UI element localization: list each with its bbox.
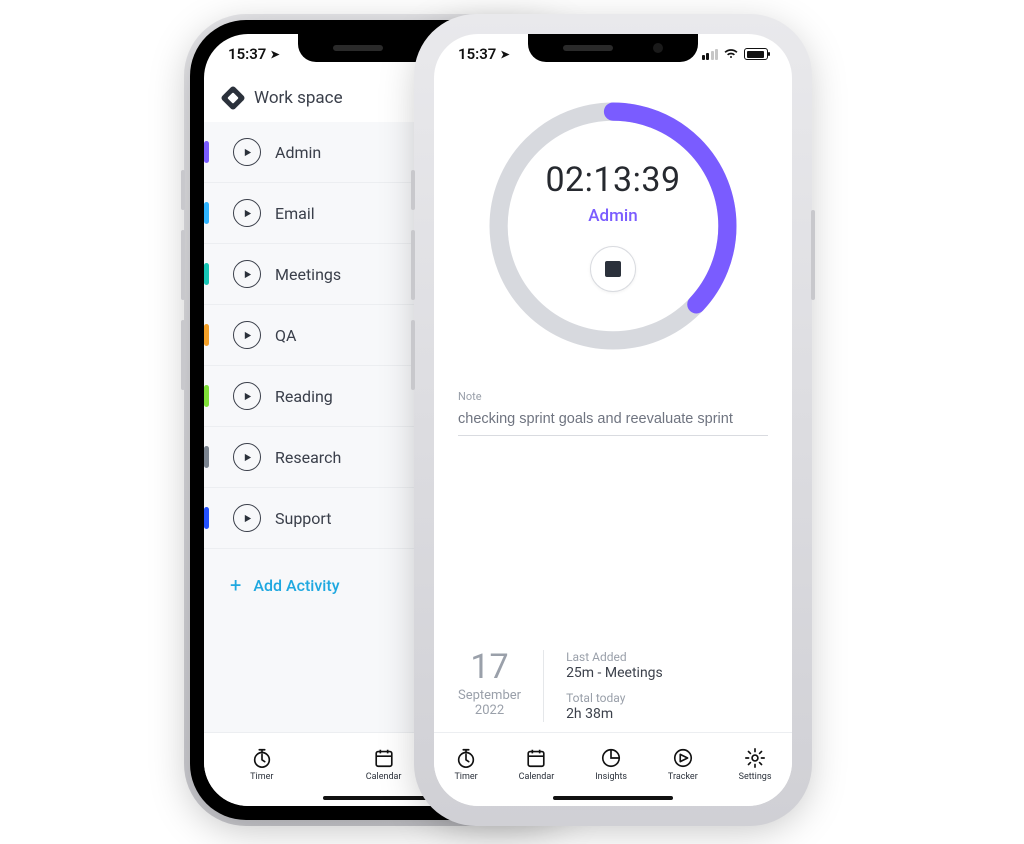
home-indicator[interactable] [553,796,673,800]
summary-date: 17 September 2022 [458,650,544,722]
location-icon: ➤ [270,48,279,61]
play-button[interactable] [233,260,261,288]
tab-timer[interactable]: Timer [454,747,477,782]
note-field[interactable]: Note [458,390,768,436]
note-label: Note [458,390,768,403]
play-button[interactable] [233,382,261,410]
battery-icon [744,48,768,60]
total-today-label: Total today [566,691,663,705]
last-added-value: 25m - Meetings [566,665,663,681]
pie-icon [600,747,622,769]
tab-insights[interactable]: Insights [595,747,627,782]
stopwatch-icon [455,747,477,769]
activity-color [204,141,209,163]
tab-timer[interactable]: Timer [250,747,273,782]
note-input[interactable] [458,407,768,436]
tab-calendar[interactable]: Calendar [366,747,402,782]
tab-calendar[interactable]: Calendar [519,747,555,782]
day-summary: 17 September 2022 Last Added 25m - Meeti… [458,632,768,732]
location-icon: ➤ [500,48,509,61]
activity-color [204,446,209,468]
activity-label: Research [275,448,341,467]
activity-color [204,202,209,224]
activity-label: Meetings [275,265,341,284]
activity-label: Support [275,509,331,528]
play-button[interactable] [233,138,261,166]
add-activity-label: Add Activity [253,576,339,595]
activity-color [204,507,209,529]
calendar-icon [373,747,395,769]
gear-icon [744,747,766,769]
play-button[interactable] [233,199,261,227]
tab-settings[interactable]: Settings [739,747,772,782]
phone-timer: 15:37 ➤ 02:13:39 Admin [420,20,806,820]
tracker-icon [672,747,694,769]
stopwatch-icon [251,747,273,769]
activity-label: Email [275,204,315,223]
tab-tracker[interactable]: Tracker [668,747,698,782]
play-button[interactable] [233,504,261,532]
progress-ring [483,96,743,356]
activity-label: Reading [275,387,333,406]
signal-icon [702,49,719,60]
wifi-icon [723,45,739,63]
tab-bar: Timer Calendar Insights Tracker Settings [434,732,792,806]
status-time: 15:37 [458,45,496,63]
activity-color [204,385,209,407]
activity-color [204,324,209,346]
timer-dial: 02:13:39 Admin [483,96,743,356]
workspace-label: Work space [254,88,343,108]
activity-color [204,263,209,285]
play-button[interactable] [233,443,261,471]
plus-icon: + [230,573,241,597]
workspace-icon [220,85,245,110]
last-added-label: Last Added [566,650,663,664]
status-time: 15:37 [228,45,266,63]
activity-label: Admin [275,143,321,162]
activity-label: QA [275,326,296,345]
play-button[interactable] [233,321,261,349]
calendar-icon [525,747,547,769]
total-today-value: 2h 38m [566,706,663,722]
